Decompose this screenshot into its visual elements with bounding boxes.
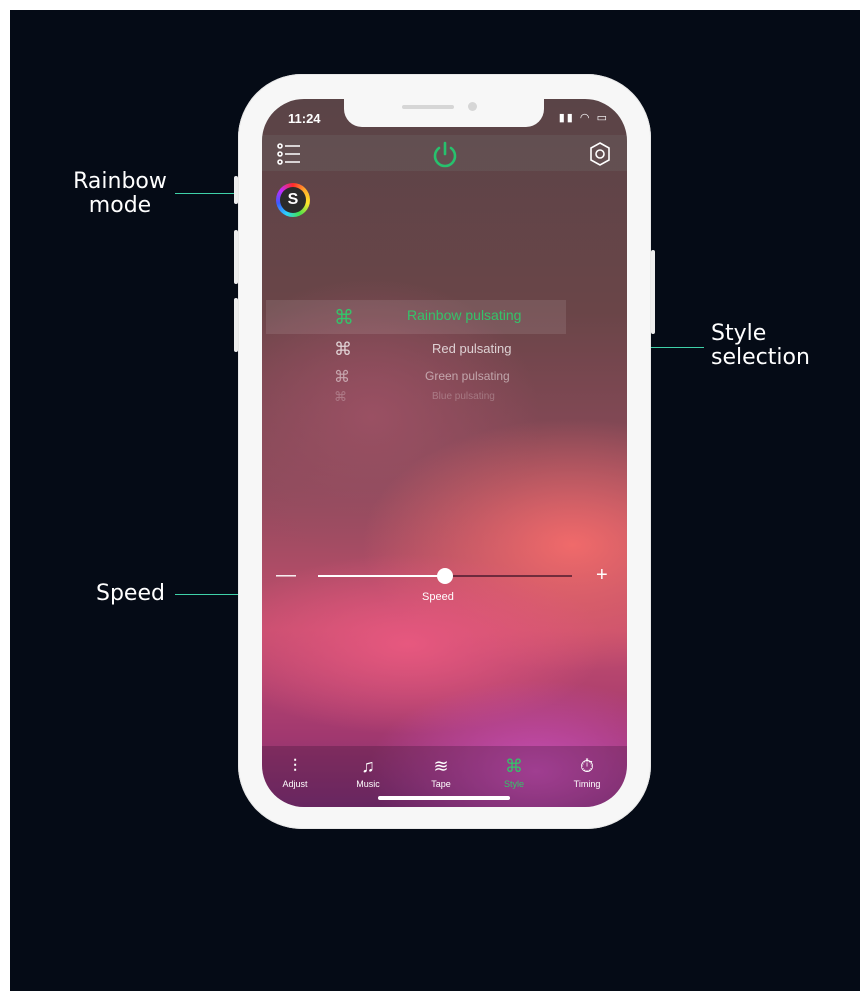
tab-timing[interactable]: ⏱ Timing: [555, 756, 619, 789]
callout-rainbow-mode: Rainbow mode: [65, 170, 175, 218]
home-indicator: [378, 796, 510, 800]
callout-speed: Speed: [96, 582, 165, 606]
status-icons: ▮▮ ◠ ▭: [559, 111, 609, 124]
speed-label: Speed: [422, 591, 454, 603]
tab-label: Timing: [573, 779, 601, 789]
command-icon: ⌘: [334, 389, 347, 404]
callout-rainbow-mode-text: Rainbow mode: [73, 169, 167, 218]
tab-label: Style: [503, 779, 524, 789]
tab-label: Adjust: [282, 779, 308, 789]
battery-icon: ▭: [596, 112, 609, 124]
mute-switch: [234, 176, 238, 204]
front-camera: [468, 102, 477, 111]
signal-icon: ▮▮: [558, 112, 575, 124]
volume-down-button: [234, 298, 238, 352]
tab-label: Music: [356, 779, 380, 789]
style-item-red-pulsating[interactable]: ⌘ Red pulsating: [262, 339, 627, 367]
app-screen: 11:24 ▮▮ ◠ ▭ S ⌘ Rainbow pulsating ⌘ Red…: [262, 99, 627, 807]
style-item-blue-pulsating[interactable]: ⌘ Blue pulsating: [262, 389, 627, 417]
style-item-label: Rainbow pulsating: [407, 307, 522, 323]
command-icon: ⌘: [505, 756, 523, 776]
wifi-icon: ◠: [579, 112, 592, 124]
wave-icon: ≋: [433, 756, 449, 776]
command-icon: ⌘: [334, 307, 354, 329]
top-bar: [262, 135, 627, 171]
style-item-rainbow-pulsating[interactable]: ⌘ Rainbow pulsating: [262, 305, 627, 333]
tab-adjust[interactable]: ⫶ Adjust: [263, 756, 327, 789]
style-item-label: Green pulsating: [425, 369, 510, 383]
timer-icon: ⏱: [579, 756, 595, 776]
volume-up-button: [234, 230, 238, 284]
rainbow-mode-button[interactable]: S: [276, 183, 310, 217]
command-icon: ⌘: [334, 339, 352, 359]
menu-list-icon[interactable]: [276, 141, 302, 167]
gear-icon[interactable]: [587, 141, 613, 167]
earpiece-speaker: [402, 105, 454, 109]
phone-frame: 11:24 ▮▮ ◠ ▭ S ⌘ Rainbow pulsating ⌘ Red…: [234, 74, 655, 829]
sliders-icon: ⫶: [292, 756, 298, 776]
speed-decrease-button[interactable]: —: [276, 565, 296, 585]
speed-slider[interactable]: [318, 568, 572, 584]
command-icon: ⌘: [334, 369, 350, 386]
tab-music[interactable]: ♫ Music: [336, 756, 400, 789]
notch: [344, 99, 544, 127]
rainbow-mode-letter: S: [280, 187, 306, 213]
style-item-label: Red pulsating: [432, 341, 512, 356]
power-side-button: [651, 250, 655, 334]
music-note-icon: ♫: [361, 756, 375, 776]
speed-slider-fill: [318, 575, 445, 577]
style-item-label: Blue pulsating: [432, 391, 495, 402]
tab-style[interactable]: ⌘ Style: [482, 756, 546, 789]
status-time: 11:24: [288, 111, 321, 126]
canvas: Rainbow mode Style selection Speed 11:24…: [10, 10, 860, 991]
speed-slider-thumb[interactable]: [437, 568, 453, 584]
callout-speed-text: Speed: [96, 581, 165, 606]
tab-label: Tape: [431, 779, 451, 789]
callout-style-selection-text: Style selection: [711, 321, 810, 370]
speed-increase-button[interactable]: +: [596, 565, 608, 585]
callout-style-selection: Style selection: [711, 322, 841, 370]
power-icon[interactable]: [430, 140, 460, 170]
tab-tape[interactable]: ≋ Tape: [409, 756, 473, 789]
